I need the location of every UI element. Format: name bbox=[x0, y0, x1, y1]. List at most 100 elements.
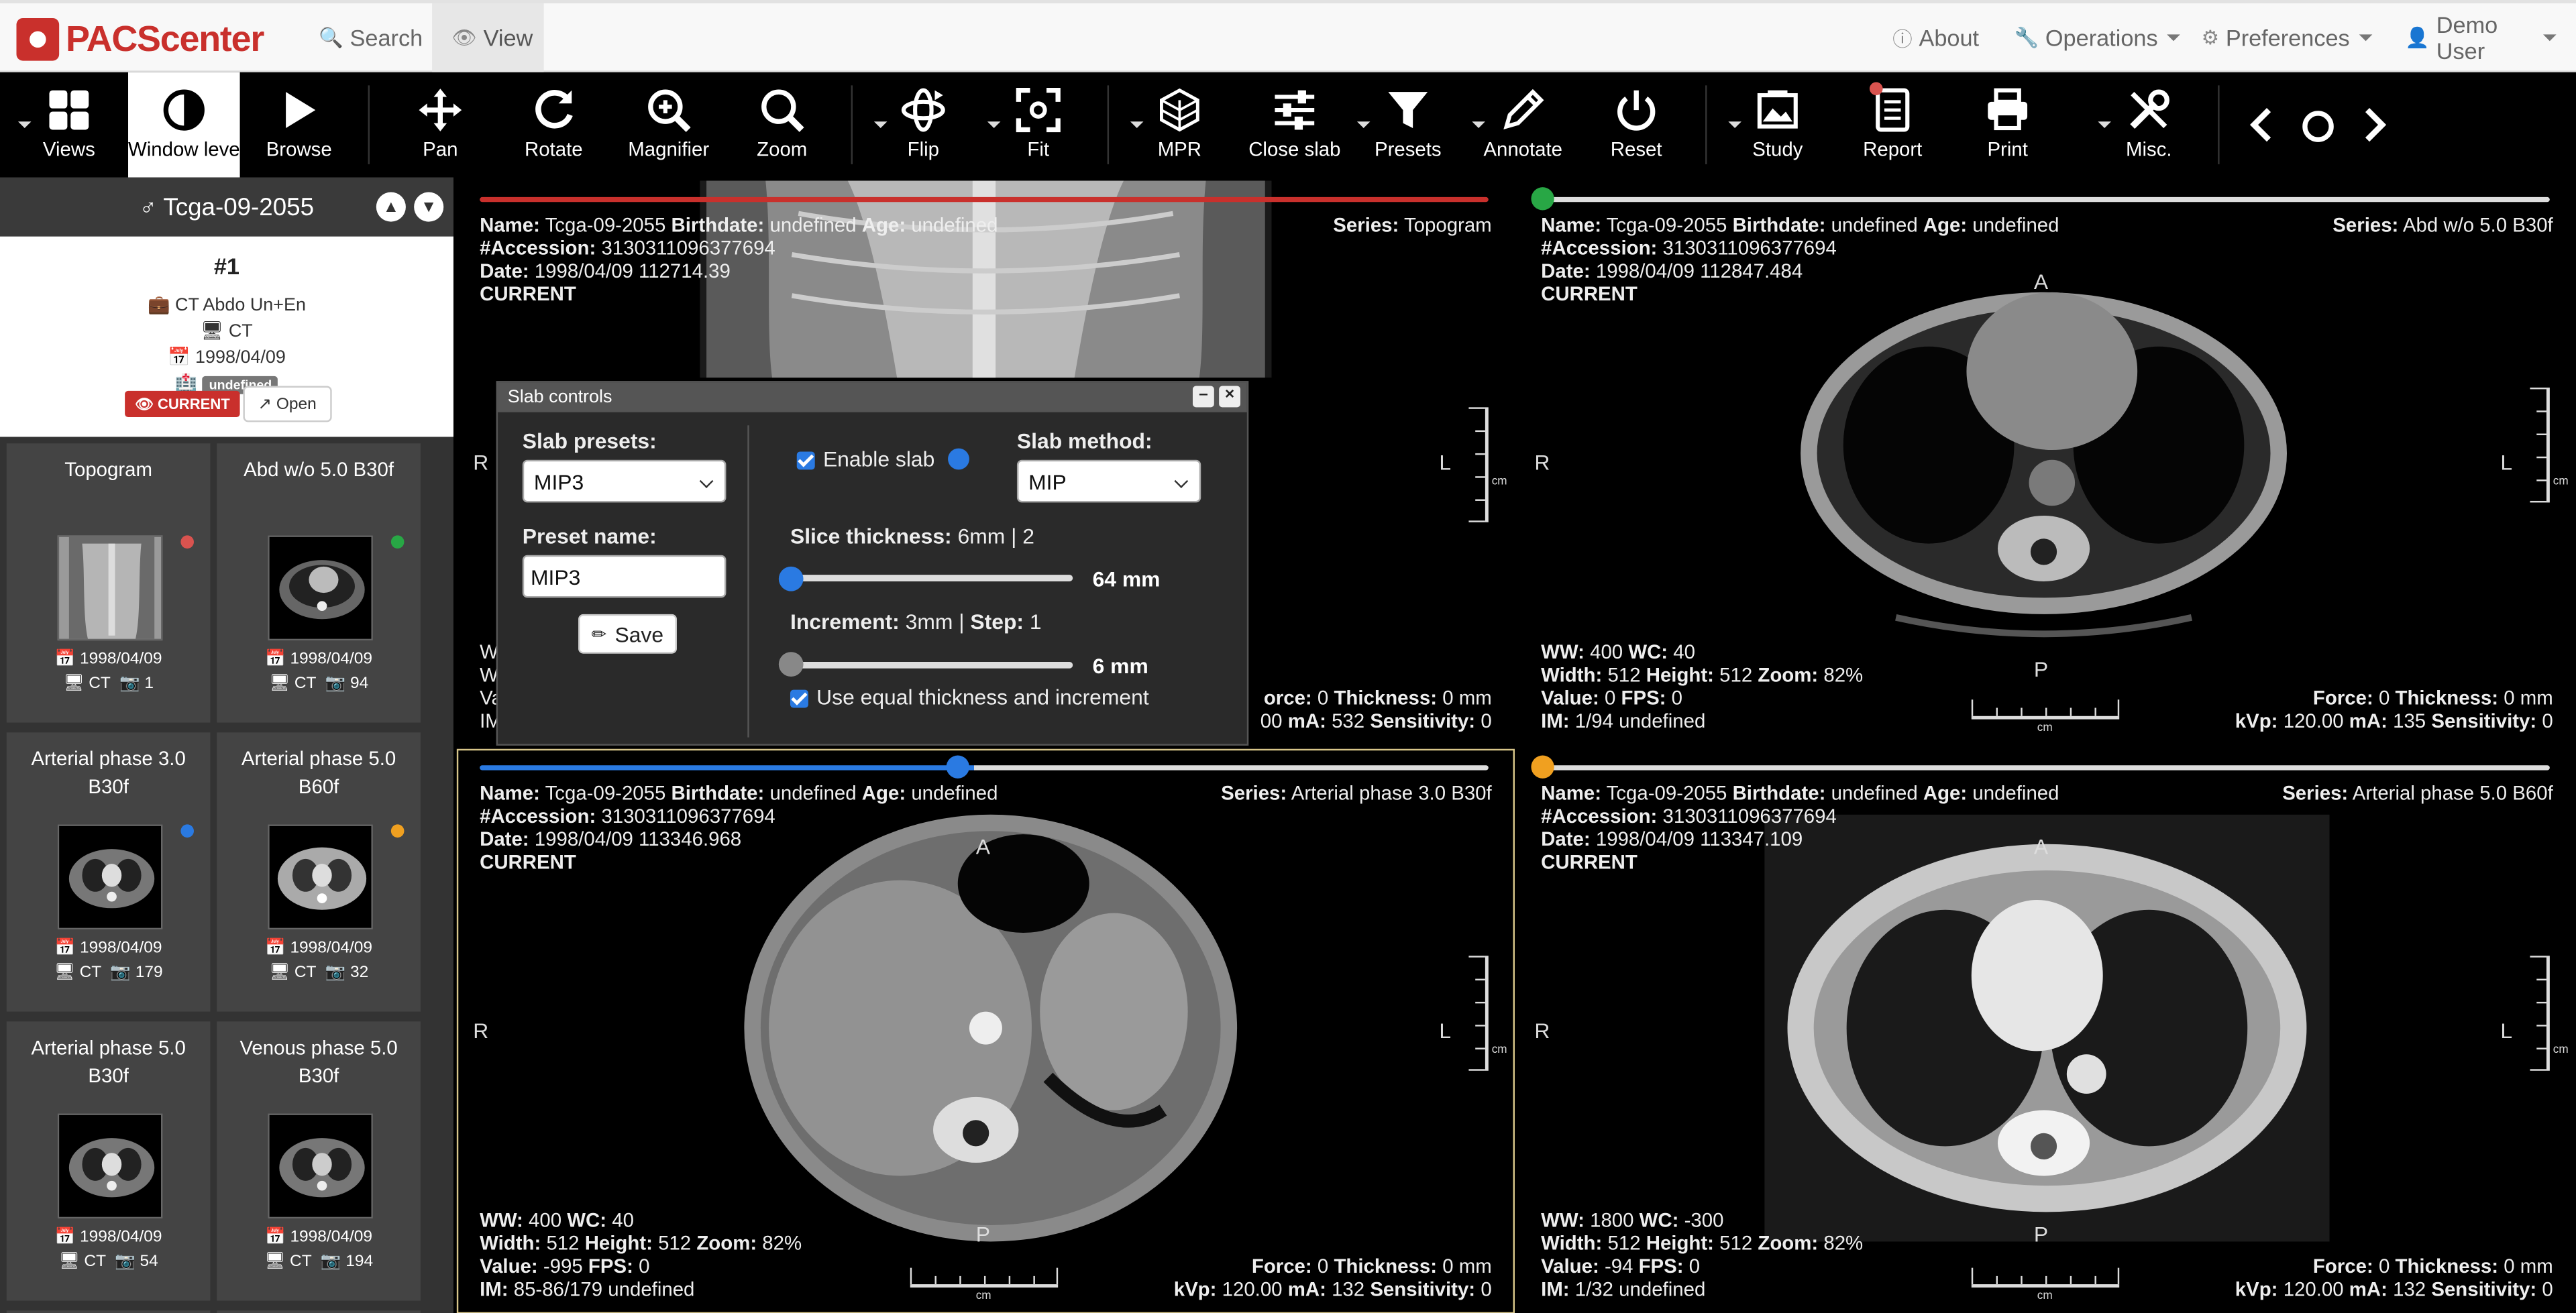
tool-close-slab[interactable]: Close slab bbox=[1239, 72, 1351, 178]
study-card[interactable]: #1 💼 CT Abdo Un+En 🖥 CT 📅 1998/04/09 🏥 u… bbox=[0, 236, 453, 437]
tool-mpr[interactable]: MPR bbox=[1124, 72, 1236, 178]
ruler-unit: cm bbox=[1491, 476, 1507, 488]
ww-label: WW: bbox=[1541, 640, 1585, 664]
ruler-unit: cm bbox=[2553, 1044, 2569, 1056]
nav-view[interactable]: 👁 View bbox=[432, 3, 544, 72]
tool-flip[interactable]: Flip bbox=[867, 72, 979, 178]
current-overlay: CURRENT bbox=[480, 851, 576, 874]
tool-rotate[interactable]: Rotate bbox=[498, 72, 610, 178]
orientation-posterior: P bbox=[975, 1222, 990, 1247]
tool-pan-label: Pan bbox=[423, 137, 458, 162]
slab-presets-select[interactable]: MIP3 bbox=[522, 459, 727, 503]
collapse-up-button[interactable]: ▲ bbox=[376, 192, 406, 222]
series-card-partial[interactable] bbox=[6, 1310, 211, 1313]
slice-thickness-slider[interactable] bbox=[790, 575, 1073, 581]
calendar-icon: 📅 bbox=[265, 939, 286, 958]
window-overlay: WW: 400 WC: 40 bbox=[480, 1208, 634, 1231]
slab-method-select[interactable]: MIP bbox=[1016, 459, 1201, 503]
orientation-left: L bbox=[1439, 450, 1452, 475]
orientation-anterior: A bbox=[2033, 269, 2049, 294]
nav-search[interactable]: 🔍 Search bbox=[299, 3, 443, 72]
patient-name: Tcga-09-2055 bbox=[1606, 781, 1727, 805]
dialog-titlebar[interactable]: Slab controls – × bbox=[498, 382, 1247, 412]
series-card-topogram[interactable]: Topogram 📅 1998/04/09 🖥 CT 📷 1 bbox=[6, 443, 211, 723]
orientation-left: L bbox=[2500, 1018, 2513, 1043]
frame-slider-knob[interactable] bbox=[1531, 187, 1554, 211]
accession: 3130311096377694 bbox=[1662, 805, 1837, 828]
tool-magnifier[interactable]: Magnifier bbox=[612, 72, 724, 178]
tool-browse[interactable]: Browse bbox=[243, 72, 355, 178]
nav-about[interactable]: ⓘ About bbox=[1873, 3, 1999, 72]
series-title: Arterial phase 5.0 B60f bbox=[241, 747, 396, 799]
tool-views[interactable]: Views bbox=[13, 72, 125, 178]
slice-thickness-slider-knob[interactable] bbox=[778, 566, 804, 591]
increment-slider-knob[interactable] bbox=[778, 652, 804, 677]
window-overlay: WW: 400 WC: 40 bbox=[1541, 640, 1695, 663]
tool-study[interactable]: Study bbox=[1722, 72, 1834, 178]
tool-misc[interactable]: Misc. bbox=[2093, 72, 2205, 178]
nav-preferences[interactable]: ⚙ Preferences bbox=[2182, 3, 2392, 72]
tool-reset[interactable]: Reset bbox=[1580, 72, 1693, 178]
series-card-venous-5-b30f[interactable]: Venous phase 5.0 B30f 📅 1998/04/09 🖥 CT … bbox=[217, 1021, 421, 1301]
series-card-arterial-5-b60f[interactable]: Arterial phase 5.0 B60f 📅 1998/04/09 🖥 C… bbox=[217, 732, 421, 1012]
circle-icon[interactable] bbox=[2298, 107, 2338, 146]
frame-slider-knob[interactable] bbox=[946, 755, 969, 779]
sensitivity-label: Sensitivity: bbox=[1370, 1277, 1476, 1301]
tool-zoom[interactable]: Zoom bbox=[726, 72, 838, 178]
thickness: 0 mm bbox=[1442, 1255, 1492, 1278]
expand-down-button[interactable]: ▼ bbox=[414, 192, 444, 222]
slab-controls-dialog: Slab controls – × Slab presets: MIP3 Pre… bbox=[496, 381, 1249, 746]
frame-slider[interactable] bbox=[1541, 765, 2550, 770]
wc: -300 bbox=[1684, 1208, 1724, 1232]
date: 1998/04/09 113347.109 bbox=[1595, 827, 1803, 851]
frame-slider[interactable] bbox=[1541, 196, 2550, 203]
chevron-right-icon[interactable] bbox=[2356, 105, 2392, 145]
frame-slider[interactable] bbox=[480, 765, 1489, 770]
sensitivity: 0 bbox=[1481, 1277, 1492, 1301]
patient-name: Tcga-09-2055 bbox=[545, 781, 666, 805]
minimize-button[interactable]: – bbox=[1192, 386, 1214, 408]
preset-name-input[interactable]: MIP3 bbox=[522, 555, 727, 598]
tool-print[interactable]: Print bbox=[1951, 72, 2063, 178]
tool-window-level[interactable]: Window level bbox=[128, 72, 244, 178]
series-card-arterial-5-b30f[interactable]: Arterial phase 5.0 B30f 📅 1998/04/09 🖥 C… bbox=[6, 1021, 211, 1301]
brand[interactable]: PACScenter bbox=[16, 16, 264, 62]
fit-screen-icon bbox=[1016, 88, 1061, 133]
thickness-label: Thickness: bbox=[2395, 1255, 2499, 1278]
viewport-3[interactable]: Name: Tcga-09-2055 Birthdate: undefined … bbox=[456, 748, 1515, 1313]
ww-label: WW: bbox=[1541, 1208, 1585, 1232]
series-name: Arterial phase 5.0 B60f bbox=[2352, 781, 2553, 805]
equal-thickness-checkbox[interactable] bbox=[790, 689, 808, 708]
wc: 40 bbox=[612, 1208, 634, 1232]
tool-pan[interactable]: Pan bbox=[384, 72, 496, 178]
force-label: Force: bbox=[2312, 686, 2373, 709]
frame-slider-knob[interactable] bbox=[1531, 755, 1554, 779]
close-button[interactable]: × bbox=[1219, 386, 1240, 408]
series-card-abd[interactable]: Abd w/o 5.0 B30f 📅 1998/04/09 🖥 CT 📷 94 bbox=[217, 443, 421, 723]
series-card-partial[interactable] bbox=[217, 1310, 421, 1313]
tool-presets[interactable]: Presets bbox=[1352, 72, 1464, 178]
ma: 132 bbox=[2393, 1277, 2426, 1301]
tool-report[interactable]: Report bbox=[1837, 72, 1949, 178]
name-label: Name: bbox=[1541, 781, 1602, 805]
increment-slider[interactable] bbox=[790, 661, 1073, 669]
viewport-2[interactable]: Name: Tcga-09-2055 Birthdate: undefined … bbox=[1517, 180, 2576, 746]
nav-operations[interactable]: 🔧 Operations bbox=[1994, 3, 2200, 72]
tool-fit[interactable]: Fit bbox=[983, 72, 1095, 178]
slice-thickness-info: Slice thickness: 6mm | 2 bbox=[790, 524, 1034, 549]
series-thumbnail bbox=[268, 824, 373, 930]
orientation-posterior: P bbox=[2033, 656, 2049, 682]
date: 1998/04/09 113346.968 bbox=[534, 827, 742, 851]
open-study-button[interactable]: ↗ Open bbox=[243, 386, 331, 422]
series-card-arterial-3-b30f[interactable]: Arterial phase 3.0 B30f 📅 1998/04/09 🖥 C… bbox=[6, 732, 211, 1012]
date-overlay: Date: 1998/04/09 112847.484 bbox=[1541, 260, 1803, 282]
enable-slab-checkbox[interactable] bbox=[796, 451, 815, 470]
series-modality: CT bbox=[89, 675, 111, 693]
tool-annotate[interactable]: Annotate bbox=[1467, 72, 1579, 178]
nav-user[interactable]: 👤 Demo User bbox=[2385, 3, 2576, 72]
frame-slider[interactable] bbox=[480, 196, 1489, 203]
viewport-4[interactable]: Name: Tcga-09-2055 Birthdate: undefined … bbox=[1517, 748, 2576, 1313]
save-preset-button[interactable]: ✏ Save bbox=[578, 614, 677, 654]
chevron-left-icon[interactable] bbox=[2244, 105, 2280, 145]
patient-name: Tcga-09-2055 bbox=[1606, 213, 1727, 237]
